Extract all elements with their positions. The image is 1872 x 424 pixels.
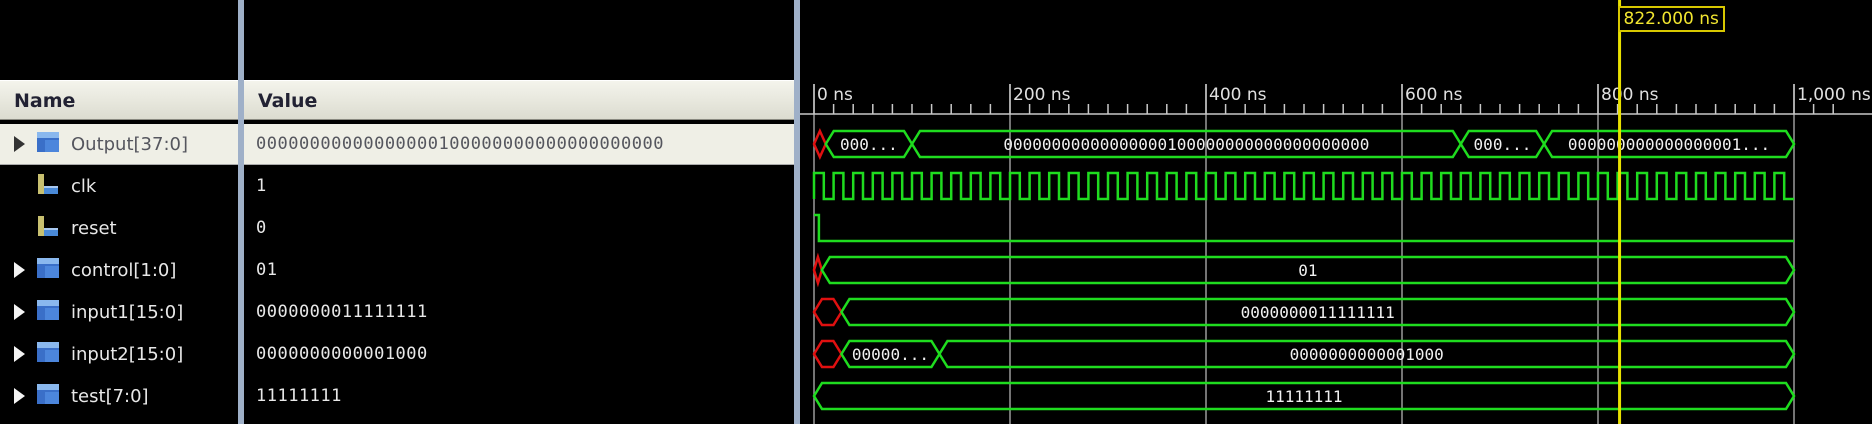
bus-value-label: 000000000000000001... xyxy=(1568,135,1770,154)
bus-value-label: 01 xyxy=(1298,261,1317,280)
signal-row[interactable]: test[7:0] xyxy=(0,376,238,416)
ruler-tick-label: 1,000 ns xyxy=(1797,85,1871,105)
signal-row[interactable]: clk xyxy=(0,166,238,206)
bit-signal-icon xyxy=(35,214,71,243)
signal-value-row[interactable]: 1 xyxy=(244,166,794,206)
expand-arrow-icon[interactable] xyxy=(14,304,25,320)
bus-value-label: 0000000011111111 xyxy=(1241,303,1395,322)
signal-name: clk xyxy=(71,175,97,197)
signal-value-row[interactable]: 0 xyxy=(244,208,794,248)
signal-value: 11111111 xyxy=(256,386,342,406)
bus-value-label: 11111111 xyxy=(1265,387,1342,406)
cursor-time-label[interactable]: 822.000 ns xyxy=(1617,6,1725,32)
bus-signal-icon xyxy=(35,382,71,411)
signal-value-row[interactable]: 00000000000000000100000000000000000000 xyxy=(244,124,794,165)
signal-name: input2[15:0] xyxy=(71,343,184,365)
signal-value: 01 xyxy=(256,260,278,280)
signal-name: control[1:0] xyxy=(71,259,177,281)
ruler-tick-label: 800 ns xyxy=(1601,85,1659,105)
expand-arrow-icon[interactable] xyxy=(14,262,25,278)
ruler-tick-label: 400 ns xyxy=(1209,85,1267,105)
signal-name: test[7:0] xyxy=(71,385,149,407)
bus-signal-icon xyxy=(35,340,71,369)
invalid-segment xyxy=(812,127,828,161)
signal-name: reset xyxy=(71,217,117,239)
signal-row[interactable]: input1[15:0] xyxy=(0,292,238,332)
signal-value-row[interactable]: 01 xyxy=(244,250,794,290)
expand-arrow-icon[interactable] xyxy=(14,346,25,362)
signal-value: 0000000011111111 xyxy=(256,302,428,322)
signal-value: 0000000000001000 xyxy=(256,344,428,364)
signal-value-row[interactable]: 11111111 xyxy=(244,376,794,416)
ruler-tick-label: 0 ns xyxy=(817,85,853,105)
signal-row[interactable]: control[1:0] xyxy=(0,250,238,290)
waveform-pane[interactable]: 0 ns 200 ns 400 ns 600 ns 800 ns 1,000 ns 000.… xyxy=(800,0,1872,424)
signal-value-row[interactable]: 0000000011111111 xyxy=(244,292,794,332)
invalid-segment xyxy=(812,339,843,369)
clock-wave xyxy=(812,171,1794,201)
value-column-header[interactable]: Value xyxy=(244,80,794,120)
bit-signal-icon xyxy=(35,172,71,201)
bus-value-label: 000... xyxy=(1474,135,1532,154)
bus-signal-icon xyxy=(35,298,71,327)
signal-value: 1 xyxy=(256,176,267,196)
expand-arrow-icon[interactable] xyxy=(14,388,25,404)
name-column-header[interactable]: Name xyxy=(0,80,238,120)
signal-value: 0 xyxy=(256,218,267,238)
bus-value-label: 000... xyxy=(840,135,898,154)
signal-name: input1[15:0] xyxy=(71,301,184,323)
waveform-canvas[interactable]: 0 ns 200 ns 400 ns 600 ns 800 ns 1,000 ns 000.… xyxy=(800,0,1872,424)
invalid-segment xyxy=(812,297,843,327)
signal-name: Output[37:0] xyxy=(71,133,188,155)
value-pane: Value 0000000000000000010000000000000000… xyxy=(244,0,794,424)
signal-row[interactable]: Output[37:0] xyxy=(0,124,238,165)
bit-wave xyxy=(814,213,1794,243)
ruler-tick-label: 600 ns xyxy=(1405,85,1463,105)
expand-arrow-icon[interactable] xyxy=(14,136,25,152)
signal-row[interactable]: reset xyxy=(0,208,238,248)
bus-value-label: 00000... xyxy=(852,345,929,364)
signal-row[interactable]: input2[15:0] xyxy=(0,334,238,374)
bus-value-label: 0000000000001000 xyxy=(1290,345,1444,364)
signal-value-row[interactable]: 0000000000001000 xyxy=(244,334,794,374)
bus-signal-icon xyxy=(35,256,71,285)
bus-value-label: 00000000000000000100000000000000000000 xyxy=(1003,135,1369,154)
signal-value: 00000000000000000100000000000000000000 xyxy=(256,134,664,154)
ruler-tick-label: 200 ns xyxy=(1013,85,1071,105)
bus-signal-icon xyxy=(35,130,71,159)
name-pane: Name Output[37:0] clk reset control[1:0] inp… xyxy=(0,0,238,424)
